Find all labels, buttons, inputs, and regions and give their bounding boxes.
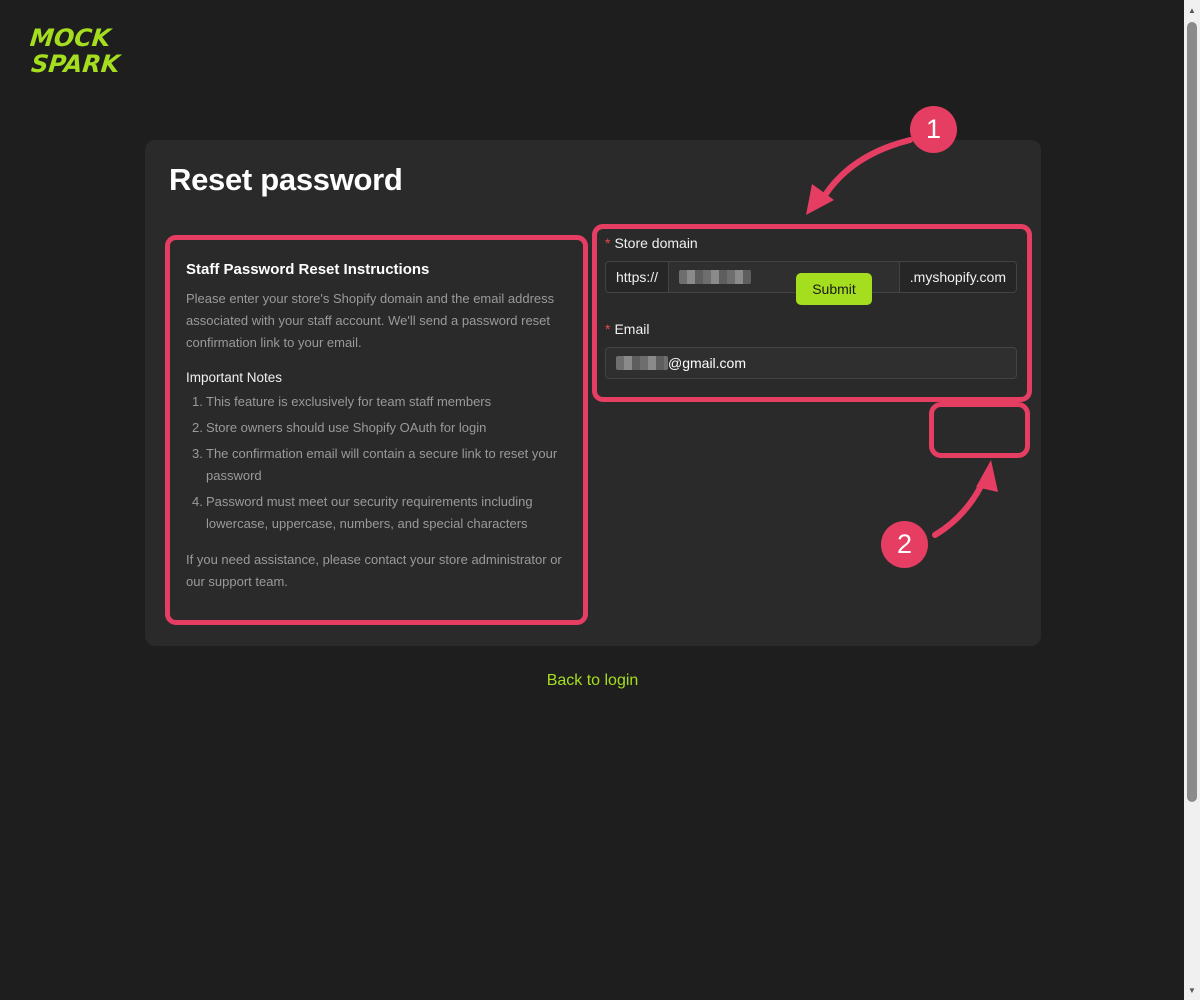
step-2-badge: 2 (881, 521, 928, 568)
instructions-panel: Staff Password Reset Instructions Please… (172, 245, 577, 613)
scroll-up-arrow-icon[interactable]: ▲ (1184, 2, 1200, 18)
notes-list: 1. This feature is exclusively for team s… (186, 391, 564, 535)
redacted-domain (679, 270, 752, 284)
scroll-down-arrow-icon[interactable]: ▼ (1184, 982, 1200, 998)
svg-text:MOCK: MOCK (30, 24, 114, 52)
email-label: * Email (605, 321, 650, 337)
notes-title: Important Notes (186, 370, 283, 385)
store-domain-label: * Store domain (605, 235, 698, 251)
submit-button[interactable]: Submit (796, 273, 872, 305)
email-field[interactable]: @gmail.com (605, 347, 1017, 379)
reset-password-card: Reset password Staff Password Reset Inst… (145, 140, 1041, 646)
note-item: 1. This feature is exclusively for team s… (192, 394, 492, 409)
mockspark-logo-graphic: MOCK SPARK (29, 24, 124, 78)
domain-suffix: .myshopify.com (898, 262, 1016, 292)
email-value: @gmail.com (668, 355, 747, 371)
scroll-thumb[interactable] (1187, 22, 1197, 802)
back-to-login-link[interactable]: Back to login (0, 672, 1185, 690)
note-item: 4. Password must meet our security requir… (192, 494, 533, 531)
assistance-text: If you need assistance, please contact y… (186, 552, 562, 589)
vertical-scrollbar[interactable]: ▲ ▼ (1184, 0, 1200, 1000)
instructions-title: Staff Password Reset Instructions (186, 261, 430, 278)
svg-text:SPARK: SPARK (30, 50, 123, 78)
mockspark-logo: MOCK SPARK (29, 20, 136, 78)
required-mark: * (605, 321, 611, 337)
reset-form: * Store domain https:// .myshopify.com * E… (605, 235, 1017, 379)
note-item: 2. Store owners should use Shopify OAuth … (192, 420, 487, 435)
step-1-badge: 1 (910, 106, 957, 153)
redacted-email-user (616, 356, 668, 370)
instructions-intro: Please enter your store's Shopify domain… (186, 291, 555, 350)
required-mark: * (605, 235, 611, 251)
page-title: Reset password (169, 162, 403, 197)
note-item: 3. The confirmation email will contain a … (192, 446, 558, 483)
domain-prefix: https:// (606, 262, 670, 292)
